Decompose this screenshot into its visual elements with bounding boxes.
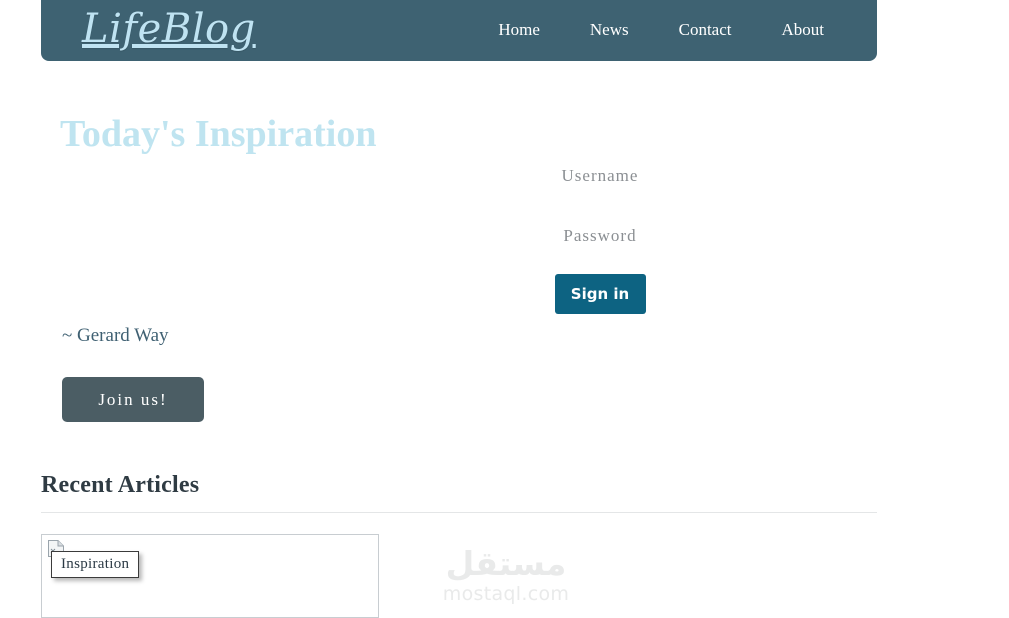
site-header: LifeBlog Home News Contact About (41, 0, 877, 61)
join-us-button[interactable]: Join us! (62, 377, 204, 422)
mostaql-watermark: مستقل mostaql.com (438, 544, 574, 606)
recent-articles-section: Recent Articles Inspiration (41, 470, 877, 618)
nav-item-contact[interactable]: Contact (654, 19, 757, 41)
page-title: Today's Inspiration (60, 113, 377, 155)
quote-author: ~ Gerard Way (62, 325, 169, 346)
section-divider (41, 512, 877, 513)
form-spacer (480, 191, 720, 221)
main-navigation: Home News Contact About (473, 19, 849, 41)
sign-in-button[interactable]: Sign in (554, 274, 646, 314)
login-form: Sign in (480, 161, 720, 314)
recent-articles-heading: Recent Articles (41, 472, 200, 498)
watermark-latin-text: mostaql.com (442, 583, 570, 605)
image-alt-tooltip: Inspiration (51, 551, 140, 578)
nav-item-about[interactable]: About (757, 19, 850, 41)
watermark-arabic-text: مستقل (445, 544, 567, 583)
hero-section: Today's Inspiration ~ Gerard Way Join us… (0, 61, 1009, 461)
signin-button-wrap: Sign in (480, 274, 720, 314)
site-logo[interactable]: LifeBlog (82, 1, 256, 57)
password-input[interactable] (480, 221, 720, 251)
nav-item-news[interactable]: News (565, 19, 654, 41)
username-input[interactable] (480, 161, 720, 191)
nav-item-home[interactable]: Home (473, 19, 565, 41)
article-card[interactable]: Inspiration (41, 534, 379, 618)
